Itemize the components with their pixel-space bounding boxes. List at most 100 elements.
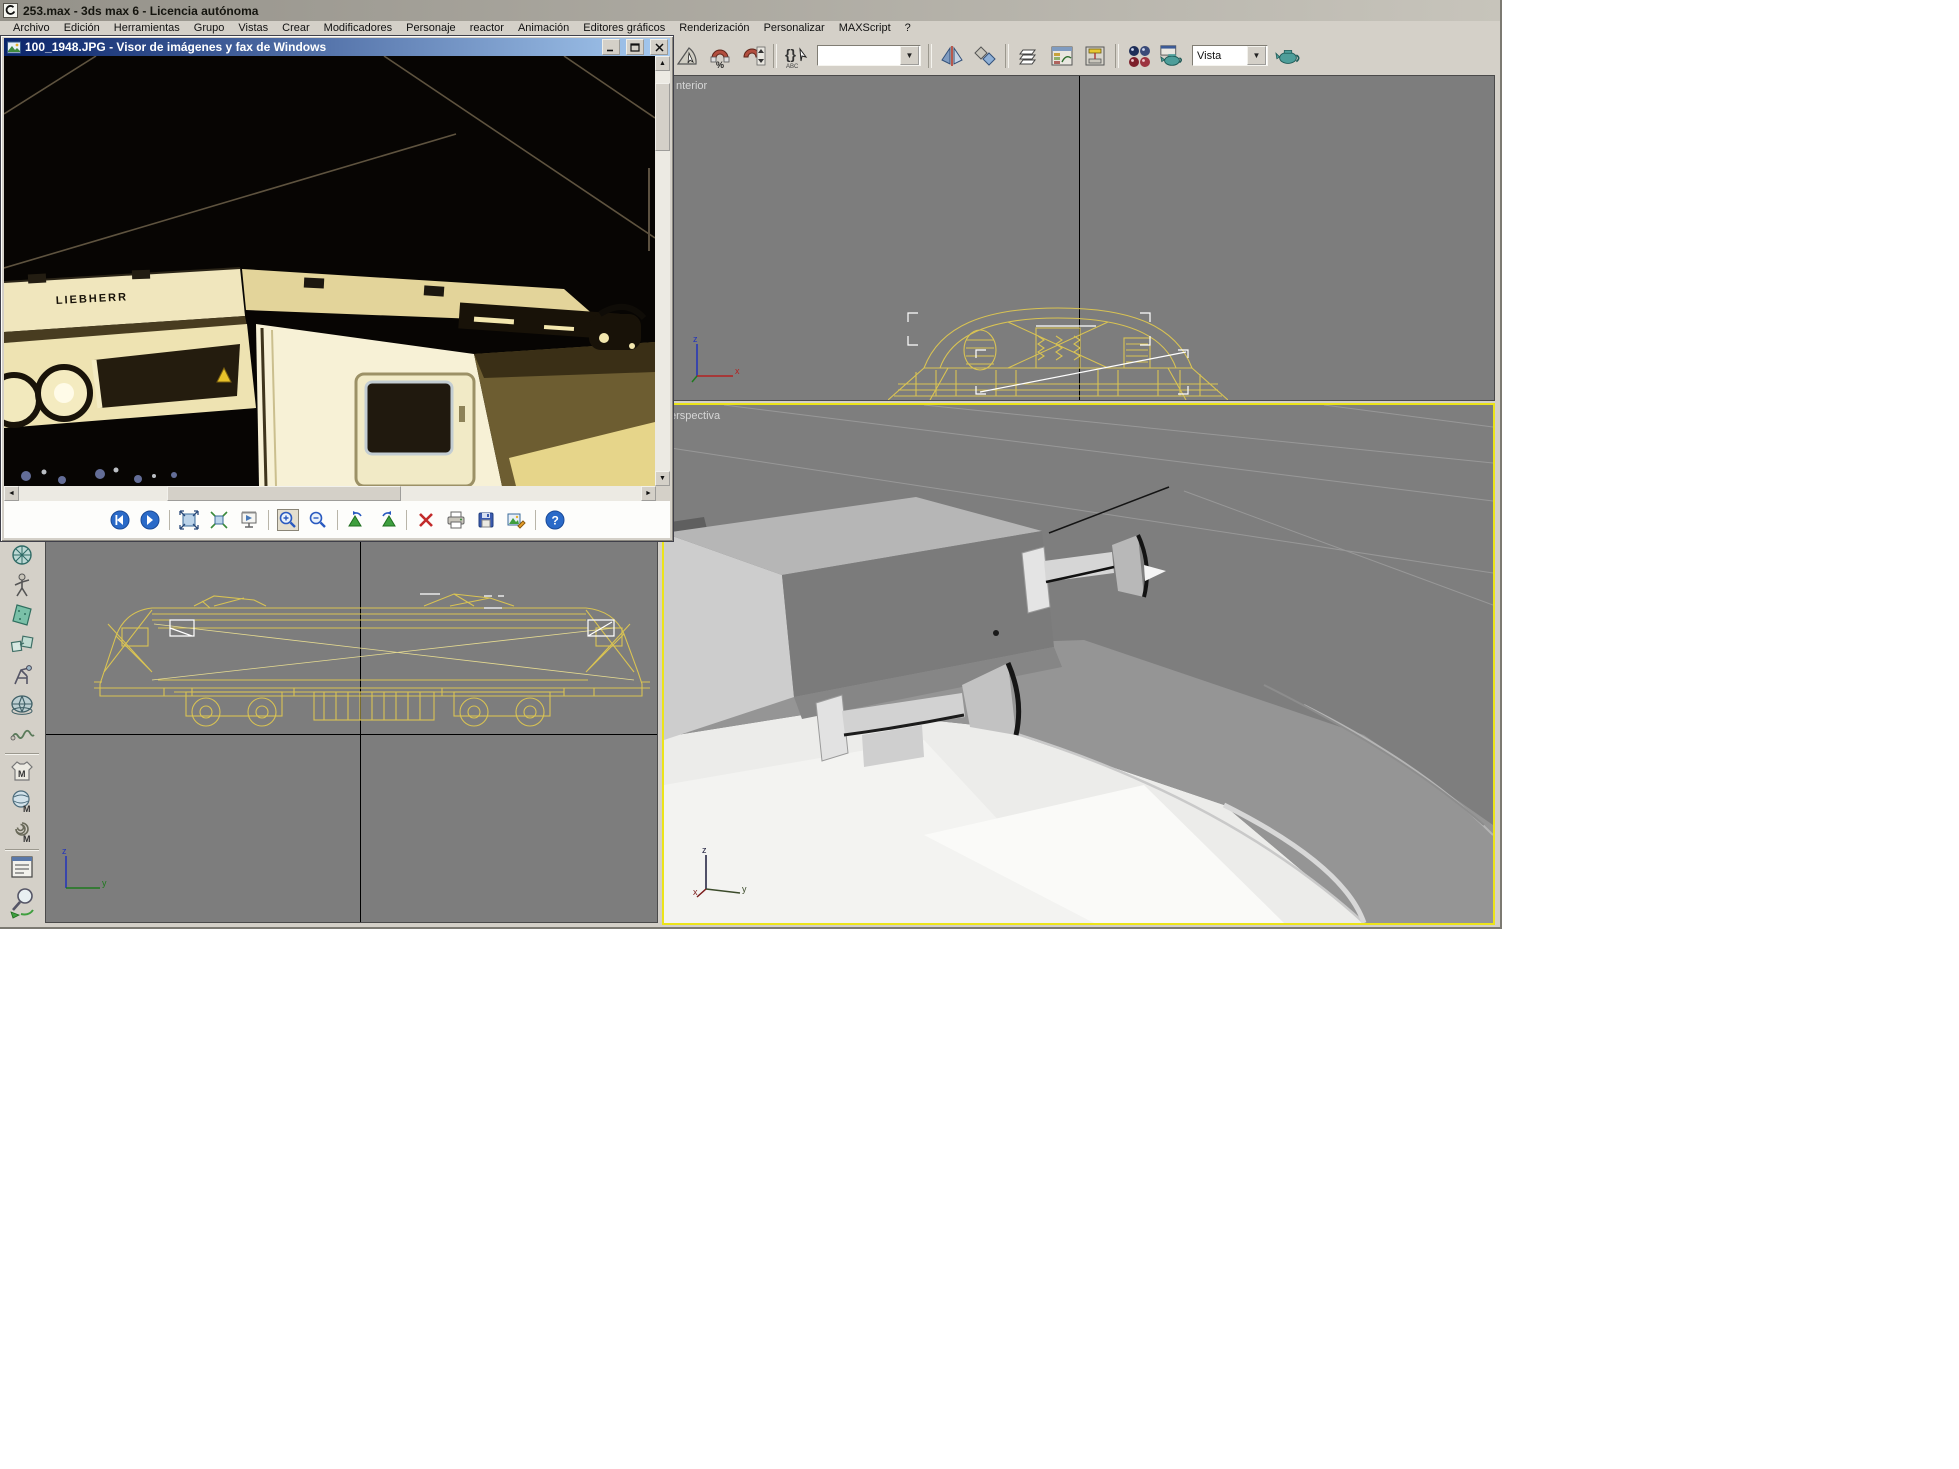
viewport-perspective[interactable]: erspectiva bbox=[662, 403, 1495, 925]
menu-vistas[interactable]: Vistas bbox=[231, 22, 275, 34]
viewport-front[interactable]: nterior z x bbox=[662, 75, 1495, 401]
menu-ayuda[interactable]: ? bbox=[898, 22, 918, 34]
reactor-toolbar-separator bbox=[5, 753, 39, 755]
menu-personaje[interactable]: Personaje bbox=[399, 22, 463, 34]
previous-image-button[interactable] bbox=[109, 509, 131, 531]
menu-modificadores[interactable]: Modificadores bbox=[317, 22, 399, 34]
max-titlebar[interactable]: 253.max - 3ds max 6 - Licencia autónoma bbox=[0, 0, 1500, 21]
help-button[interactable]: ? bbox=[544, 509, 566, 531]
scroll-up-button[interactable]: ▲ bbox=[655, 56, 670, 71]
mirror-icon[interactable] bbox=[939, 43, 965, 69]
photo-canvas[interactable]: LIEBHERR bbox=[4, 56, 655, 486]
reactor-toolbar-separator bbox=[5, 849, 39, 851]
reactor-constraint-icon[interactable] bbox=[6, 661, 38, 689]
close-button[interactable] bbox=[650, 39, 668, 55]
photo-vertical-scrollbar[interactable]: ▲ ▼ bbox=[655, 56, 670, 486]
rotate-clockwise-button[interactable] bbox=[376, 509, 398, 531]
edit-button[interactable] bbox=[505, 509, 527, 531]
align-icon[interactable] bbox=[972, 43, 998, 69]
svg-text:z: z bbox=[62, 846, 67, 856]
reactor-motor-icon[interactable] bbox=[6, 691, 38, 719]
reactor-analyze-icon[interactable] bbox=[6, 885, 38, 921]
curve-editor-icon[interactable] bbox=[1049, 43, 1075, 69]
start-slideshow-button[interactable] bbox=[238, 509, 260, 531]
viewport-dropdown[interactable]: Vista ▼ bbox=[1192, 45, 1268, 66]
svg-text:x: x bbox=[735, 366, 740, 376]
scroll-right-button[interactable]: ► bbox=[641, 486, 656, 501]
selection-set-dropdown-arrow[interactable]: ▼ bbox=[900, 46, 919, 65]
selection-set-dropdown[interactable]: ▼ bbox=[817, 45, 921, 66]
svg-text:M: M bbox=[23, 804, 31, 814]
next-image-button[interactable] bbox=[139, 509, 161, 531]
viewer-titlebar[interactable]: 100_1948.JPG - Visor de imágenes y fax d… bbox=[4, 38, 670, 56]
reactor-plane-icon[interactable] bbox=[6, 601, 38, 629]
svg-text:{}: {} bbox=[785, 46, 796, 62]
svg-text:%: % bbox=[716, 60, 724, 69]
spinner-snap-icon[interactable] bbox=[740, 43, 766, 69]
svg-text:y: y bbox=[102, 878, 107, 888]
toolbar-separator bbox=[1005, 44, 1009, 68]
toolbar-separator bbox=[928, 44, 932, 68]
rotate-counterclockwise-button[interactable] bbox=[346, 509, 368, 531]
viewport-dropdown-arrow[interactable]: ▼ bbox=[1247, 46, 1266, 65]
vertical-scroll-thumb[interactable] bbox=[655, 83, 670, 151]
photo-horizontal-scrollbar[interactable]: ◄ ► bbox=[4, 486, 656, 501]
menu-maxscript[interactable]: MAXScript bbox=[832, 22, 898, 34]
horizontal-scroll-thumb[interactable] bbox=[167, 486, 401, 501]
menu-crear[interactable]: Crear bbox=[275, 22, 317, 34]
actual-size-button[interactable] bbox=[208, 509, 230, 531]
reactor-cloth-modifier-icon[interactable]: M bbox=[6, 757, 38, 785]
reactor-spring-icon[interactable] bbox=[6, 721, 38, 749]
best-fit-button[interactable] bbox=[178, 509, 200, 531]
scroll-down-button[interactable]: ▼ bbox=[655, 471, 670, 486]
schematic-view-icon[interactable] bbox=[1082, 43, 1108, 69]
menu-personalizar[interactable]: Personalizar bbox=[757, 22, 832, 34]
reactor-softbody-modifier-icon[interactable]: M bbox=[6, 787, 38, 815]
front-wireframe bbox=[888, 292, 1228, 400]
svg-text:y: y bbox=[742, 884, 747, 894]
max-toolbar-icons: % {} ABC ▼ bbox=[674, 39, 1301, 72]
viewport-front-label[interactable]: nterior bbox=[676, 80, 707, 92]
material-editor-icon[interactable] bbox=[1126, 43, 1152, 69]
maximize-button[interactable] bbox=[626, 39, 644, 55]
quick-render-icon[interactable] bbox=[1275, 43, 1301, 69]
reactor-rigidbody-icon[interactable] bbox=[6, 631, 38, 659]
layer-manager-icon[interactable] bbox=[1016, 43, 1042, 69]
viewer-toolbar-separator bbox=[268, 510, 269, 530]
zoom-out-button[interactable] bbox=[307, 509, 329, 531]
reactor-property-editor-icon[interactable] bbox=[6, 853, 38, 881]
angle-snap-icon[interactable] bbox=[674, 43, 700, 69]
delete-button[interactable] bbox=[415, 509, 437, 531]
menu-archivo[interactable]: Archivo bbox=[6, 22, 57, 34]
side-axis-tripod: z y bbox=[54, 846, 110, 900]
zoom-in-button[interactable] bbox=[277, 509, 299, 531]
named-selection-sets-icon[interactable]: {} ABC bbox=[784, 43, 810, 69]
menu-edicion[interactable]: Edición bbox=[57, 22, 107, 34]
reactor-character-icon[interactable] bbox=[6, 571, 38, 599]
reactor-preview-icon[interactable] bbox=[6, 541, 38, 569]
toolbar-separator bbox=[773, 44, 777, 68]
svg-text:ABC: ABC bbox=[786, 64, 799, 69]
print-button[interactable] bbox=[445, 509, 467, 531]
menu-editores-graficos[interactable]: Editores gráficos bbox=[576, 22, 672, 34]
menu-renderizacion[interactable]: Renderización bbox=[672, 22, 756, 34]
save-button[interactable] bbox=[475, 509, 497, 531]
max-app-icon bbox=[3, 3, 18, 18]
viewer-toolbar: ? bbox=[4, 501, 670, 538]
viewport-perspective-label[interactable]: erspectiva bbox=[670, 410, 720, 422]
percent-snap-icon[interactable]: % bbox=[707, 43, 733, 69]
svg-text:M: M bbox=[23, 834, 31, 844]
svg-text:z: z bbox=[693, 334, 698, 344]
menu-grupo[interactable]: Grupo bbox=[187, 22, 232, 34]
menu-herramientas[interactable]: Herramientas bbox=[107, 22, 187, 34]
train-night-photo: LIEBHERR bbox=[4, 56, 655, 486]
menu-reactor[interactable]: reactor bbox=[463, 22, 511, 34]
reactor-rope-modifier-icon[interactable]: M bbox=[6, 817, 38, 845]
viewer-toolbar-separator bbox=[535, 510, 536, 530]
minimize-button[interactable] bbox=[602, 39, 620, 55]
render-scene-icon[interactable] bbox=[1159, 43, 1185, 69]
viewer-app-icon bbox=[7, 41, 21, 54]
scroll-left-button[interactable]: ◄ bbox=[4, 486, 19, 501]
menu-animacion[interactable]: Animación bbox=[511, 22, 576, 34]
viewer-toolbar-separator bbox=[337, 510, 338, 530]
